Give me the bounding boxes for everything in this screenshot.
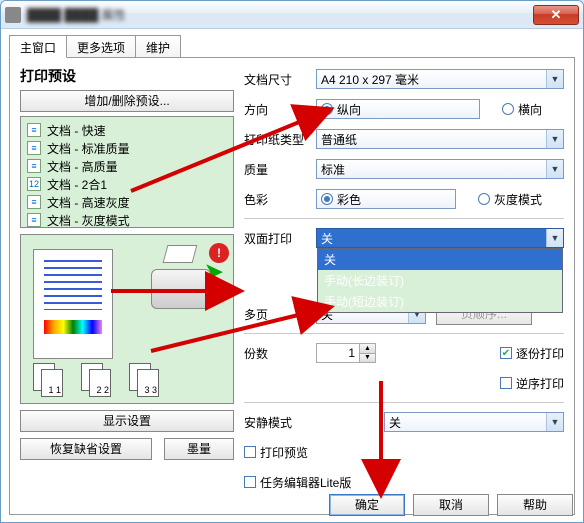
list-item[interactable]: ≡文档 - 标准质量 xyxy=(27,139,227,157)
chevron-down-icon: ▼ xyxy=(546,229,563,247)
printer-icon: ➤ xyxy=(145,245,219,309)
list-item[interactable]: ≡文档 - 高速灰度 xyxy=(27,193,227,211)
duplex-option-off[interactable]: 关 xyxy=(318,249,562,270)
orientation-portrait-radio[interactable]: 纵向 xyxy=(316,99,480,119)
docsize-label: 文档尺寸 xyxy=(244,71,316,88)
help-button[interactable]: 帮助 xyxy=(497,494,573,516)
app-icon xyxy=(5,7,21,23)
lite-editor-checkbox[interactable]: 任务编辑器Lite版 xyxy=(244,474,351,491)
dialog-footer: 确定 取消 帮助 xyxy=(329,494,573,516)
chevron-down-icon: ▼ xyxy=(546,70,563,88)
spin-down-icon[interactable]: ▼ xyxy=(359,354,375,363)
divider xyxy=(244,218,564,219)
collate-checkbox[interactable]: ✔逐份打印 xyxy=(500,345,564,362)
content-area: 主窗口 更多选项 维护 打印预设 增加/删除预设... ≡文档 - 快速 ≡文档… xyxy=(1,29,583,522)
preset-list[interactable]: ≡文档 - 快速 ≡文档 - 标准质量 ≡文档 - 高质量 12文档 - 2合1… xyxy=(20,116,234,228)
list-item[interactable]: ≡文档 - 高质量 xyxy=(27,157,227,175)
copies-label: 份数 xyxy=(244,345,316,362)
window-title: ████ ████ 属性 xyxy=(27,6,533,23)
tabbar: 主窗口 更多选项 维护 xyxy=(9,35,575,57)
copies-spinner[interactable]: 1 ▲▼ xyxy=(316,343,376,363)
cancel-button[interactable]: 取消 xyxy=(413,494,489,516)
color-label: 色彩 xyxy=(244,191,316,208)
color-color-radio[interactable]: 彩色 xyxy=(316,189,456,209)
chevron-down-icon: ▼ xyxy=(546,130,563,148)
copies-thumb-icon: 1 1 xyxy=(33,363,63,397)
tab-main[interactable]: 主窗口 xyxy=(9,35,67,58)
doc-icon: ≡ xyxy=(27,123,41,137)
divider xyxy=(244,402,564,403)
doc-icon: ≡ xyxy=(27,159,41,173)
properties-dialog: ████ ████ 属性 ✕ 主窗口 更多选项 维护 打印预设 增加/删除预设.… xyxy=(0,0,584,523)
show-settings-button[interactable]: 显示设置 xyxy=(20,410,234,432)
quietmode-label: 安静模式 xyxy=(244,414,384,431)
preview-pane: ➤ ! 1 1 2 2 3 3 xyxy=(20,234,234,404)
close-button[interactable]: ✕ xyxy=(533,5,579,25)
orientation-label: 方向 xyxy=(244,101,316,118)
divider xyxy=(244,333,564,334)
titlebar[interactable]: ████ ████ 属性 ✕ xyxy=(1,1,583,29)
right-column: 文档尺寸 A4 210 x 297 毫米▼ 方向 纵向 横向 打印纸类型 普通纸… xyxy=(244,66,564,499)
quietmode-select[interactable]: 关▼ xyxy=(384,412,564,432)
tab-main-page: 打印预设 增加/删除预设... ≡文档 - 快速 ≡文档 - 标准质量 ≡文档 … xyxy=(9,57,575,515)
copies-value: 1 xyxy=(317,344,359,362)
copies-thumb-icon: 2 2 xyxy=(81,363,111,397)
list-item[interactable]: ≡文档 - 快速 xyxy=(27,121,227,139)
page-preview-icon xyxy=(33,249,113,359)
chevron-down-icon: ▼ xyxy=(546,160,563,178)
tab-maintenance[interactable]: 维护 xyxy=(135,35,181,57)
duplex-label: 双面打印 xyxy=(244,230,316,247)
quality-label: 质量 xyxy=(244,161,316,178)
presets-heading: 打印预设 xyxy=(20,66,234,86)
add-remove-presets-button[interactable]: 增加/删除预设... xyxy=(20,90,234,112)
restore-defaults-button[interactable]: 恢复缺省设置 xyxy=(20,438,152,460)
doc-icon: 12 xyxy=(27,177,41,191)
list-item[interactable]: 12文档 - 2合1 xyxy=(27,175,227,193)
duplex-options-list: 关 手动(长边装订) 手动(短边装订) xyxy=(317,248,563,313)
doc-icon: ≡ xyxy=(27,213,41,227)
quality-select[interactable]: 标准▼ xyxy=(316,159,564,179)
alert-icon: ! xyxy=(209,243,229,263)
color-gray-radio[interactable]: 灰度模式 xyxy=(478,191,542,208)
print-preview-checkbox[interactable]: 打印预览 xyxy=(244,444,308,461)
list-item[interactable]: ≡文档 - 灰度模式 xyxy=(27,211,227,228)
reverse-checkbox[interactable]: 逆序打印 xyxy=(500,375,564,392)
doc-icon: ≡ xyxy=(27,141,41,155)
left-column: 打印预设 增加/删除预设... ≡文档 - 快速 ≡文档 - 标准质量 ≡文档 … xyxy=(20,66,234,499)
duplex-option-shortedge[interactable]: 手动(短边装订) xyxy=(318,291,562,312)
chevron-down-icon: ▼ xyxy=(546,413,563,431)
close-icon: ✕ xyxy=(551,7,562,23)
ink-levels-button[interactable]: 墨量 xyxy=(164,438,234,460)
papertype-select[interactable]: 普通纸▼ xyxy=(316,129,564,149)
multipage-label: 多页 xyxy=(244,306,316,323)
tab-more[interactable]: 更多选项 xyxy=(66,35,136,57)
papertype-label: 打印纸类型 xyxy=(244,131,316,148)
duplex-select[interactable]: 关▼ 关 手动(长边装订) 手动(短边装订) xyxy=(316,228,564,248)
orientation-landscape-radio[interactable]: 横向 xyxy=(502,101,542,118)
duplex-option-longedge[interactable]: 手动(长边装订) xyxy=(318,270,562,291)
doc-icon: ≡ xyxy=(27,195,41,209)
ok-button[interactable]: 确定 xyxy=(329,494,405,516)
spin-up-icon[interactable]: ▲ xyxy=(359,344,375,354)
copies-thumb-icon: 3 3 xyxy=(129,363,159,397)
docsize-select[interactable]: A4 210 x 297 毫米▼ xyxy=(316,69,564,89)
